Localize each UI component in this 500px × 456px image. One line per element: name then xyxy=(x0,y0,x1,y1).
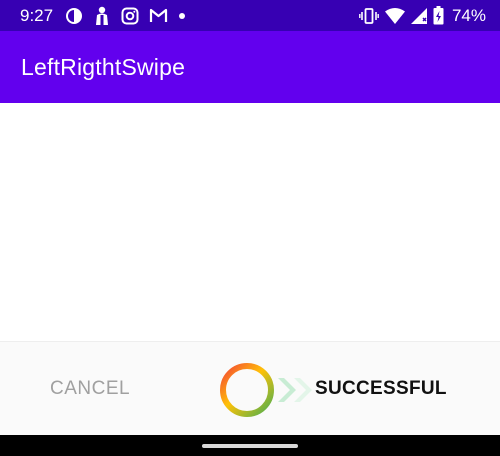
cell-signal-icon xyxy=(410,7,427,24)
status-time: 9:27 xyxy=(20,5,54,25)
home-gesture-handle[interactable] xyxy=(202,443,298,448)
successful-label[interactable]: SUCCESSFUL xyxy=(315,378,447,400)
instagram-icon xyxy=(121,7,139,25)
status-bar: 9:27 74% xyxy=(0,0,500,31)
dot-icon xyxy=(178,12,186,20)
app-title: LeftRigthtSwipe xyxy=(21,53,186,80)
battery-icon xyxy=(433,6,444,25)
battery-percent: 74% xyxy=(451,5,486,25)
wifi-icon xyxy=(384,7,405,24)
content-area xyxy=(0,103,500,341)
swipe-arrows-icon xyxy=(278,378,312,402)
swipe-knob[interactable] xyxy=(218,361,276,419)
navigation-bar xyxy=(0,435,500,456)
vibrate-icon xyxy=(359,7,379,25)
notification-app-icon xyxy=(65,7,83,25)
gmail-icon xyxy=(149,8,168,23)
status-right-group: 74% xyxy=(359,6,486,26)
app-bar: LeftRigthtSwipe xyxy=(0,31,500,103)
cancel-label[interactable]: CANCEL xyxy=(50,378,130,400)
swipe-action-area[interactable]: CANCEL SUCCESSFUL xyxy=(0,341,500,435)
status-left-group: 9:27 xyxy=(20,6,196,26)
person-icon xyxy=(93,6,111,26)
